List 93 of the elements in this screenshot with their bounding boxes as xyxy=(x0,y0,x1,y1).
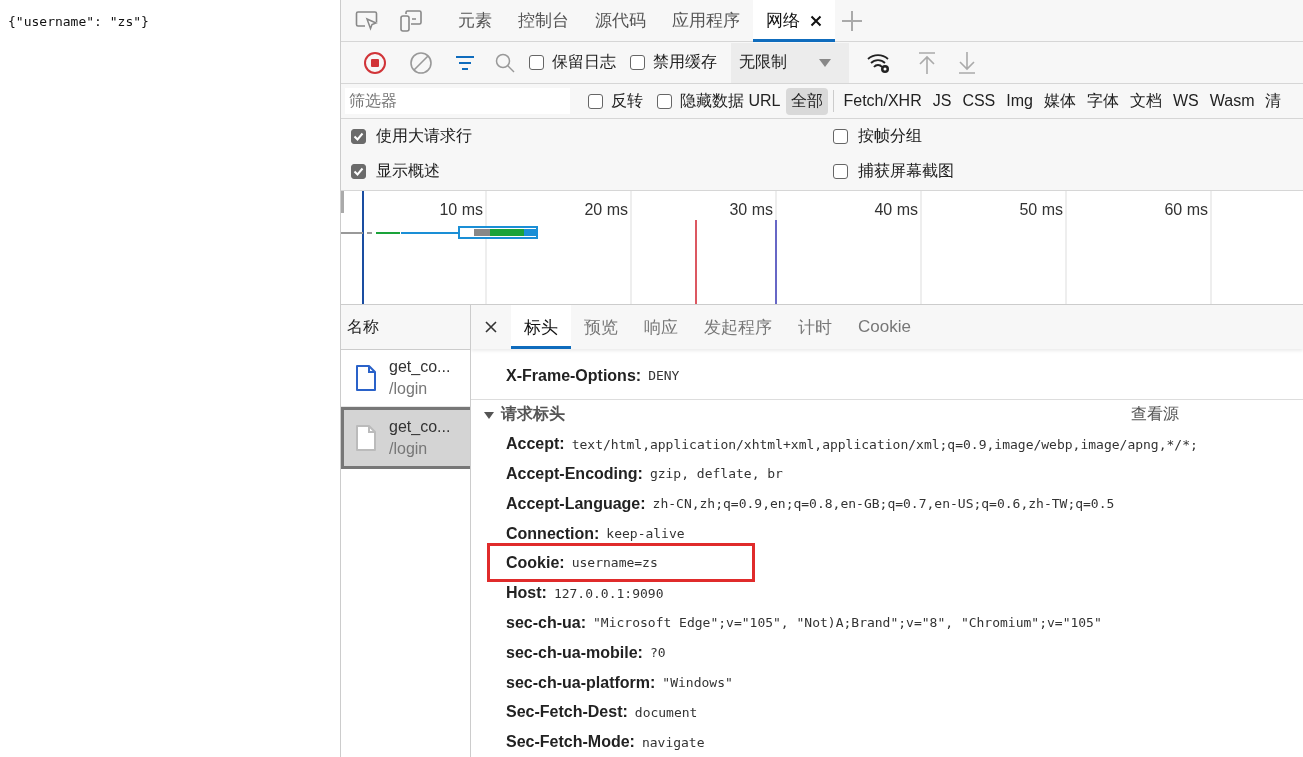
header-value: "Windows" xyxy=(662,675,733,690)
tab[interactable]: 发起程序 xyxy=(691,305,785,349)
header-value: text/html,application/xhtml+xml,application/xml;q=0.9,image/webp,image/apng,*/*; xyxy=(571,436,1198,452)
tab[interactable]: 标头 xyxy=(511,305,571,349)
document-icon xyxy=(355,364,377,392)
tab[interactable]: 应用程序 xyxy=(659,0,753,42)
checkbox[interactable] xyxy=(657,93,672,109)
checkbox[interactable] xyxy=(833,129,848,144)
checkbox[interactable] xyxy=(351,164,366,179)
header-name: Connection: xyxy=(506,524,600,543)
header-name: Accept: xyxy=(506,435,565,454)
request-path: /login xyxy=(389,440,429,458)
header-value: username=zs xyxy=(571,555,658,571)
tab[interactable]: 控制台 xyxy=(505,0,582,42)
checkbox-label[interactable]: 保留日志 xyxy=(552,52,616,73)
filter-type-button[interactable]: 字体 xyxy=(1081,87,1124,115)
view-source-link[interactable]: 查看源 xyxy=(1125,403,1185,426)
record-icon[interactable] xyxy=(363,50,387,75)
close-icon[interactable] xyxy=(810,14,822,27)
header-name: sec-ch-ua-platform: xyxy=(506,673,656,692)
document-icon xyxy=(355,424,377,452)
checkbox-label[interactable]: 反转 xyxy=(611,90,643,112)
filter-type-button[interactable]: 文档 xyxy=(1124,87,1167,115)
tab[interactable]: 计时 xyxy=(785,305,845,349)
tab[interactable]: 源代码 xyxy=(582,0,659,42)
header-value: 127.0.0.1:9090 xyxy=(553,585,664,601)
header-name: Sec-Fetch-Dest: xyxy=(506,703,628,722)
throttle-dropdown[interactable]: 无限制 xyxy=(731,42,849,83)
filter-type-button[interactable]: 媒体 xyxy=(1038,87,1081,115)
time-tick-label: 30 ms xyxy=(729,201,773,218)
dropdown-caret-icon xyxy=(819,58,831,67)
checkbox[interactable] xyxy=(833,164,848,179)
time-tick-label: 60 ms xyxy=(1164,201,1208,218)
column-header[interactable]: 名称 xyxy=(341,305,470,350)
checkbox-label[interactable]: 禁用缓存 xyxy=(653,52,717,73)
filter-type-button[interactable]: Img xyxy=(1001,89,1038,113)
time-tick-label: 40 ms xyxy=(874,201,918,218)
json-text: {"username": "zs"} xyxy=(8,14,149,29)
request-row[interactable]: get_co... /login xyxy=(341,407,470,469)
search-icon[interactable] xyxy=(495,52,515,73)
header-name: Host: xyxy=(506,584,547,603)
tab[interactable]: Cookie xyxy=(845,305,924,349)
tab[interactable]: 预览 xyxy=(571,305,631,349)
header-name: Accept-Encoding: xyxy=(506,464,643,483)
header-name: X-Frame-Options: xyxy=(506,366,642,385)
time-tick-label: 10 ms xyxy=(439,201,483,218)
time-tick-label: 20 ms xyxy=(584,201,628,218)
tab[interactable]: 响应 xyxy=(631,305,691,349)
filter-field[interactable]: 筛选器 xyxy=(345,88,570,114)
header-value: "Microsoft Edge";v="105", "Not)A;Brand";v="8", "Chromium";v="105" xyxy=(593,615,1102,631)
header-name: Accept-Language: xyxy=(506,494,646,513)
header-value: keep-alive xyxy=(606,526,685,541)
header-name: Cookie: xyxy=(506,553,565,572)
filter-type-button[interactable]: JS xyxy=(927,89,957,113)
section-title[interactable]: 请求标头 xyxy=(501,404,565,425)
device-icon[interactable] xyxy=(399,8,423,33)
checkbox-label[interactable]: 捕获屏幕截图 xyxy=(858,161,954,182)
header-value: document xyxy=(634,704,698,720)
header-value: ?0 xyxy=(649,645,666,661)
request-path: /login xyxy=(389,380,429,398)
checkbox[interactable] xyxy=(529,55,544,70)
filter-type-button[interactable]: 全部 xyxy=(786,87,829,115)
filter-type-button[interactable]: Wasm xyxy=(1204,89,1260,113)
checkbox-label[interactable]: 按帧分组 xyxy=(858,126,922,147)
header-value: DENY xyxy=(648,368,680,384)
filter-type-button[interactable]: WS xyxy=(1167,89,1204,113)
timeline-handle[interactable] xyxy=(341,191,344,213)
request-name: get_co... xyxy=(389,418,451,436)
header-name: Sec-Fetch-Mode: xyxy=(506,733,635,752)
checkbox[interactable] xyxy=(588,93,603,109)
header-name: sec-ch-ua-mobile: xyxy=(506,643,643,662)
expanded-triangle-icon[interactable] xyxy=(484,409,494,420)
filter-type-button[interactable]: 清 xyxy=(1260,87,1287,115)
clear-icon[interactable] xyxy=(409,50,433,75)
filter-type-button[interactable]: CSS xyxy=(957,89,1001,113)
inspect-icon[interactable] xyxy=(355,9,379,32)
checkbox[interactable] xyxy=(630,55,645,70)
time-tick-label: 50 ms xyxy=(1019,201,1063,218)
tab[interactable]: 元素 xyxy=(445,0,505,42)
header-value: gzip, deflate, br xyxy=(649,466,783,482)
header-value: zh-CN,zh;q=0.9,en;q=0.8,en-GB;q=0.7,en-US;q=0.6,zh-TW;q=0.5 xyxy=(652,496,1115,512)
checkbox[interactable] xyxy=(351,129,366,144)
header-value: navigate xyxy=(641,734,705,750)
wifi-gear-icon[interactable] xyxy=(867,51,891,74)
checkbox-label[interactable]: 显示概述 xyxy=(376,161,440,182)
filter-type-button[interactable]: Fetch/XHR xyxy=(838,89,927,113)
close-icon[interactable] xyxy=(485,321,497,333)
tab[interactable]: 网络 xyxy=(753,0,835,42)
checkbox-label[interactable]: 使用大请求行 xyxy=(376,126,472,147)
request-name: get_co... xyxy=(389,358,451,376)
checkbox-label[interactable]: 隐藏数据 URL xyxy=(680,90,781,112)
header-name: sec-ch-ua: xyxy=(506,613,587,632)
filter-icon[interactable] xyxy=(455,54,475,71)
